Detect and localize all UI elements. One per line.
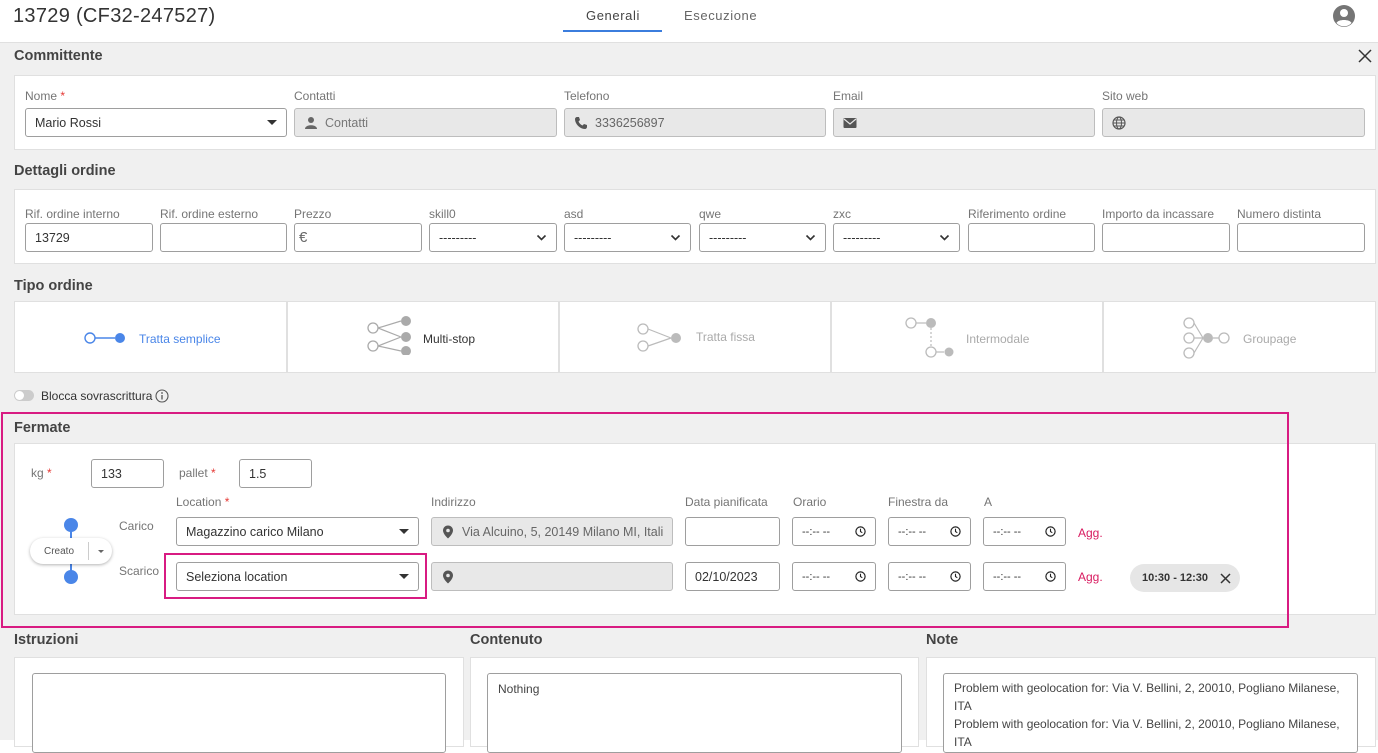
section-title-dettagli: Dettagli ordine [14,163,116,179]
tipo-label-multi-stop: Multi-stop [423,332,476,346]
app-header: 13729 (CF32-247527) Generali Esecuzione [0,0,1378,42]
section-title-note: Note [926,632,959,648]
chevron-down-icon [536,234,547,241]
section-title-istruzioni: Istruzioni [14,632,79,648]
prezzo-label: Prezzo [294,207,332,221]
person-icon [305,116,317,129]
phone-icon [575,116,587,129]
rif-interno-input[interactable]: 13729 [25,223,153,252]
section-title-contenuto: Contenuto [470,632,543,648]
skill0-label: skill0 [429,207,456,221]
active-tab-indicator [563,30,662,32]
tipo-option-multi-stop[interactable]: Multi-stop [287,301,559,373]
tipo-option-tratta-fissa[interactable]: Tratta fissa [559,301,831,373]
note-line: Problem with geolocation for: Via V. Bel… [954,681,1340,695]
contatti-label: Contatti [294,89,336,103]
prezzo-input[interactable]: € [294,223,422,252]
sito-web-field [1102,108,1365,137]
chevron-down-icon [670,234,681,241]
asd-select[interactable]: --------- [564,223,691,252]
nome-select[interactable]: Mario Rossi [25,108,287,137]
importo-input[interactable] [1102,223,1230,252]
tipo-label-groupage: Groupage [1243,332,1297,346]
qwe-label: qwe [699,207,722,221]
riferimento-ordine-label: Riferimento ordine [968,207,1067,221]
asd-label: asd [564,207,584,221]
rif-esterno-input[interactable] [160,223,287,252]
close-icon[interactable] [1358,49,1372,63]
qwe-select[interactable]: --------- [699,223,826,252]
sito-web-label: Sito web [1102,89,1149,103]
tipo-label-tratta-semplice: Tratta semplice [139,332,221,346]
telefono-field: 3336256897 [564,108,826,137]
nome-label: Nome * [25,89,66,103]
caret-down-icon [267,120,277,125]
account-circle-icon[interactable] [1332,4,1356,28]
groupage-icon [1183,317,1230,359]
note-textarea[interactable]: Problem with geolocation for: Via V. Bel… [943,673,1358,753]
zxc-label: zxc [833,207,851,221]
chevron-down-icon [939,234,950,241]
section-title-tipo-ordine: Tipo ordine [14,278,93,294]
tipo-label-tratta-fissa: Tratta fissa [696,330,755,344]
tab-generali[interactable]: Generali [586,8,640,23]
tab-esecuzione[interactable]: Esecuzione [684,8,757,23]
skill0-select[interactable]: --------- [429,223,557,252]
tipo-label-intermodale: Intermodale [966,332,1030,346]
numero-distinta-input[interactable] [1237,223,1365,252]
blocca-sovrascrittura-toggle[interactable] [14,390,34,401]
euro-icon: € [299,229,308,246]
tipo-option-intermodale[interactable]: Intermodale [831,301,1103,373]
blocca-sovrascrittura-label: Blocca sovrascrittura [41,389,153,403]
fixed-route-icon [637,323,681,352]
numero-distinta-label: Numero distinta [1237,207,1322,221]
section-title-committente: Committente [14,48,103,64]
intermodal-icon [905,317,954,358]
page-title: 13729 (CF32-247527) [13,5,216,27]
simple-route-icon [84,332,125,344]
telefono-label: Telefono [564,89,610,103]
info-icon[interactable] [155,389,169,403]
email-field [833,108,1095,137]
chevron-down-icon [805,234,816,241]
tipo-option-groupage[interactable]: Groupage [1103,301,1376,373]
scarico-location-highlight-box [164,553,427,599]
tipo-option-tratta-semplice[interactable]: Tratta semplice [14,301,287,373]
note-line: ITA [954,735,972,749]
istruzioni-textarea[interactable] [32,673,446,753]
globe-icon [1112,115,1126,130]
rif-esterno-label: Rif. ordine esterno [160,207,259,221]
note-line: ITA [954,699,972,713]
multi-stop-icon [367,316,411,355]
importo-label: Importo da incassare [1102,207,1215,221]
zxc-select[interactable]: --------- [833,223,960,252]
riferimento-ordine-input[interactable] [968,223,1095,252]
email-label: Email [833,89,864,103]
contenuto-textarea[interactable]: Nothing [487,673,902,753]
contatti-field: Contatti [294,108,557,137]
note-line: Problem with geolocation for: Via V. Bel… [954,717,1340,731]
mail-icon [843,117,857,128]
rif-interno-label: Rif. ordine interno [25,207,120,221]
